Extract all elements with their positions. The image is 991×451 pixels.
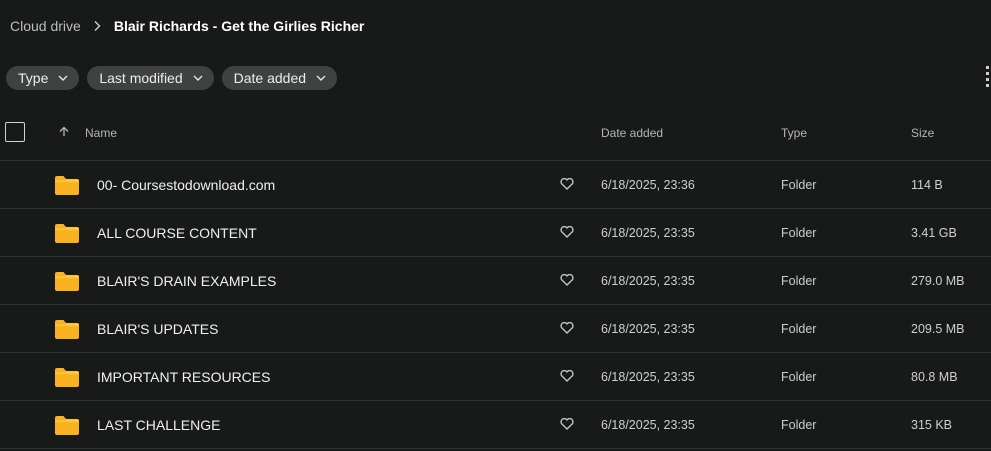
type-cell: Folder — [781, 178, 817, 192]
type-cell: Folder — [781, 370, 817, 384]
heart-icon[interactable] — [560, 418, 574, 430]
type-cell: Folder — [781, 274, 817, 288]
filter-label: Date added — [233, 70, 307, 86]
file-name[interactable]: BLAIR'S UPDATES — [97, 321, 218, 337]
date-added-cell: 6/18/2025, 23:35 — [601, 418, 695, 432]
table-row[interactable]: BLAIR'S DRAIN EXAMPLES 6/18/2025, 23:35 … — [0, 257, 991, 305]
filter-label: Type — [18, 70, 49, 86]
file-table: Name Date added Type Size 00- Coursestod… — [0, 112, 991, 449]
filter-bar: Type Last modified Date added — [6, 66, 338, 90]
type-cell: Folder — [781, 322, 817, 336]
size-cell: 315 KB — [911, 418, 953, 432]
size-cell: 209.5 MB — [911, 322, 965, 336]
type-cell: Folder — [781, 226, 817, 240]
filter-label: Last modified — [99, 70, 183, 86]
size-cell: 114 B — [911, 178, 943, 192]
table-row[interactable]: ALL COURSE CONTENT 6/18/2025, 23:35 Fold… — [0, 209, 991, 257]
filter-last-modified[interactable]: Last modified — [87, 66, 214, 90]
date-added-cell: 6/18/2025, 23:35 — [601, 226, 695, 240]
breadcrumb-root[interactable]: Cloud drive — [10, 18, 81, 34]
grid-view-icon[interactable] — [986, 66, 991, 88]
file-name[interactable]: LAST CHALLENGE — [97, 417, 220, 433]
breadcrumb: Cloud drive Blair Richards - Get the Gir… — [10, 16, 364, 36]
cloud-drive-page: Cloud drive Blair Richards - Get the Gir… — [0, 0, 991, 451]
size-cell: 279.0 MB — [911, 274, 965, 288]
size-cell: 3.41 GB — [911, 226, 957, 240]
heart-icon[interactable] — [560, 226, 574, 238]
date-added-cell: 6/18/2025, 23:35 — [601, 274, 695, 288]
folder-icon — [55, 415, 79, 435]
file-name[interactable]: ALL COURSE CONTENT — [97, 225, 257, 241]
breadcrumb-current: Blair Richards - Get the Girlies Richer — [113, 18, 365, 34]
filter-date-added[interactable]: Date added — [221, 66, 338, 90]
chevron-down-icon — [316, 75, 326, 81]
type-cell: Folder — [781, 418, 817, 432]
arrow-up-icon[interactable] — [59, 126, 69, 137]
chevron-down-icon — [193, 75, 203, 81]
table-row[interactable]: IMPORTANT RESOURCES 6/18/2025, 23:35 Fol… — [0, 353, 991, 401]
column-header-date-added[interactable]: Date added — [601, 126, 663, 140]
heart-icon[interactable] — [560, 274, 574, 286]
chevron-down-icon — [58, 75, 68, 81]
size-cell: 80.8 MB — [911, 370, 958, 384]
table-row[interactable]: 00- Coursestodownload.com 6/18/2025, 23:… — [0, 161, 991, 209]
select-all-checkbox[interactable] — [5, 122, 25, 142]
folder-icon — [55, 319, 79, 339]
column-header-name[interactable]: Name — [85, 126, 117, 140]
table-row[interactable]: BLAIR'S UPDATES 6/18/2025, 23:35 Folder … — [0, 305, 991, 353]
folder-icon — [55, 367, 79, 387]
file-name[interactable]: 00- Coursestodownload.com — [97, 177, 275, 193]
folder-icon — [55, 175, 79, 195]
heart-icon[interactable] — [560, 370, 574, 382]
date-added-cell: 6/18/2025, 23:36 — [601, 178, 695, 192]
table-header: Name Date added Type Size — [0, 112, 991, 161]
date-added-cell: 6/18/2025, 23:35 — [601, 322, 695, 336]
date-added-cell: 6/18/2025, 23:35 — [601, 370, 695, 384]
heart-icon[interactable] — [560, 322, 574, 334]
filter-type[interactable]: Type — [6, 66, 80, 90]
column-header-size[interactable]: Size — [911, 126, 934, 140]
file-name[interactable]: IMPORTANT RESOURCES — [97, 369, 270, 385]
folder-icon — [55, 271, 79, 291]
column-header-type[interactable]: Type — [781, 126, 807, 140]
heart-icon[interactable] — [560, 178, 574, 190]
chevron-right-icon — [93, 20, 101, 32]
file-name[interactable]: BLAIR'S DRAIN EXAMPLES — [97, 273, 276, 289]
table-row[interactable]: LAST CHALLENGE 6/18/2025, 23:35 Folder 3… — [0, 401, 991, 449]
folder-icon — [55, 223, 79, 243]
